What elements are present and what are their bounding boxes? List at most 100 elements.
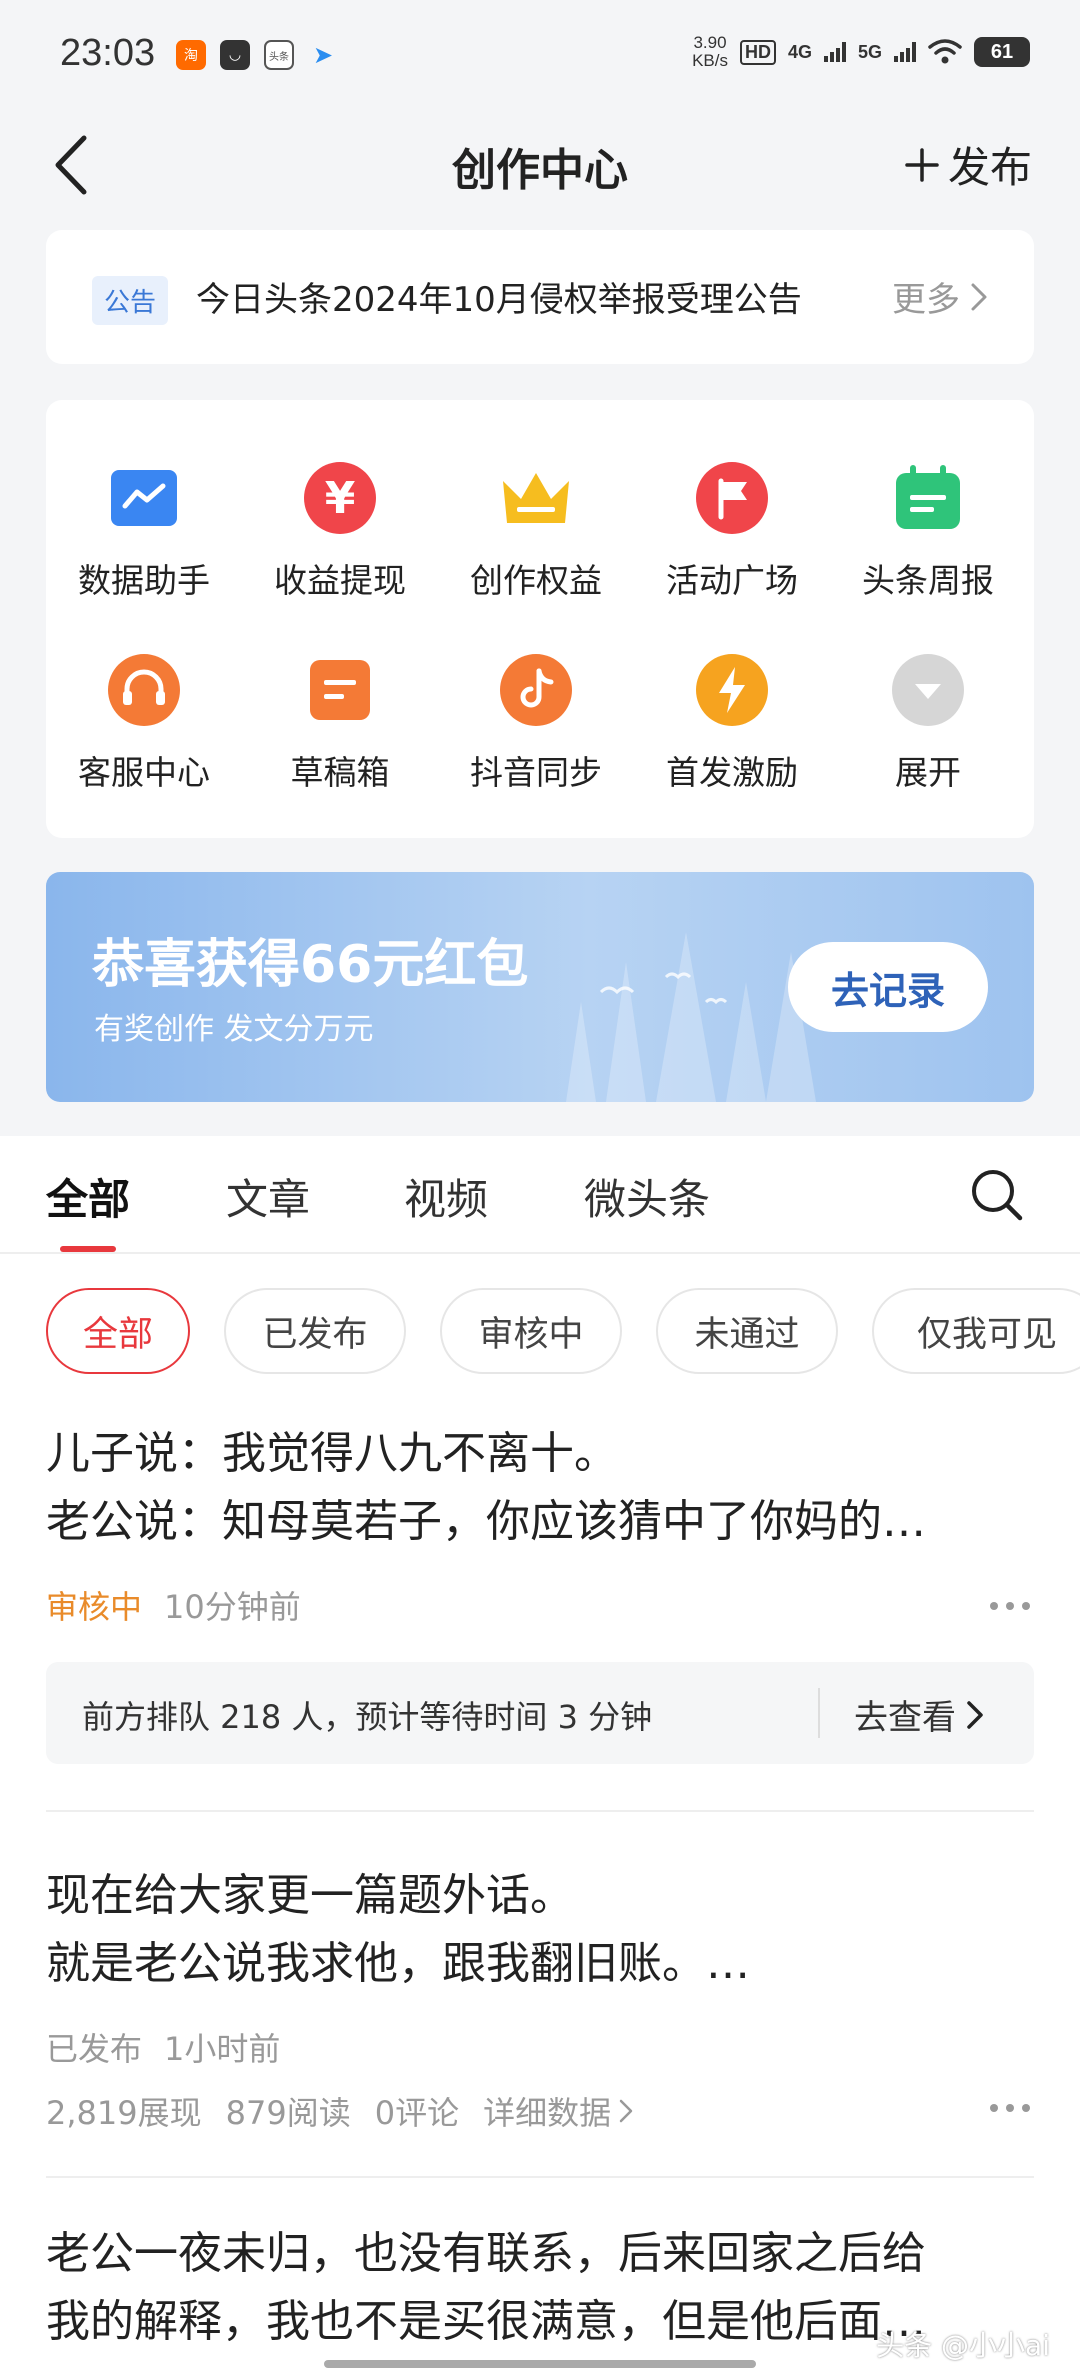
nav-bar: 创作中心 发布 [0, 110, 1080, 226]
post-divider [46, 1810, 1034, 1812]
go-record-button[interactable]: 去记录 [788, 942, 988, 1032]
status-time: 23:03 [60, 32, 156, 74]
network-speed: 3.90 KB/s [692, 34, 728, 70]
post-1-line-2[interactable]: 老公说：知母莫若子，你应该猜中了你妈的… [46, 1488, 1036, 1556]
tool-label: 头条周报 [862, 561, 994, 600]
publish-button[interactable]: 发布 [904, 134, 1032, 195]
filter-published[interactable]: 已发布 [224, 1288, 406, 1374]
signal-icon [894, 42, 916, 62]
calendar-icon [890, 460, 966, 536]
watermark: 头条 @小小ai [876, 2329, 1050, 2362]
lightning-icon [694, 652, 770, 728]
tab-all[interactable]: 全部 [46, 1166, 130, 1227]
tab-divider [0, 1252, 1080, 1254]
battery-icon: 61 [974, 37, 1030, 67]
promo-banner[interactable]: 恭喜获得66元红包 有奖创作 发文分万元 去记录 [46, 872, 1034, 1102]
post-1-line-1[interactable]: 儿子说：我觉得八九不离十。 [46, 1420, 1036, 1488]
post-time: 10分钟前 [164, 1588, 301, 1626]
wifi-icon [928, 39, 962, 64]
post-3-line-1[interactable]: 老公一夜未归，也没有联系，后来回家之后给 [46, 2220, 1036, 2288]
post-2-meta: 已发布 1小时前 [46, 2024, 280, 2070]
tools-grid: 数据助手 ¥ 收益提现 创作权益 活动广场 头条周报 客服中心 草稿箱 抖音同步… [46, 400, 1034, 838]
signal-icon [823, 42, 846, 62]
expand-icon [890, 652, 966, 728]
tool-label: 首发激励 [666, 753, 798, 792]
content-panel: 全部 文章 视频 微头条 全部 已发布 审核中 未通过 仅我可见 儿子说：我觉得… [0, 1136, 1080, 2376]
comments-count: 0评论 [374, 2094, 460, 2132]
filter-under-review[interactable]: 审核中 [440, 1288, 622, 1374]
speed-unit: KB/s [692, 51, 728, 70]
tool-label: 展开 [895, 753, 961, 792]
banner-title: 恭喜获得66元红包 [92, 935, 529, 995]
tool-activity-plaza[interactable]: 活动广场 [634, 460, 830, 602]
notification-icons: 淘 ◡ 头条 ➤ [176, 40, 338, 70]
douyin-icon [498, 652, 574, 728]
filter-private[interactable]: 仅我可见 [872, 1288, 1080, 1374]
send-icon: ➤ [312, 41, 334, 69]
taobao-icon: 淘 [176, 40, 206, 70]
data-chart-icon [106, 460, 182, 536]
detail-label: 详细数据 [483, 2094, 612, 2132]
detail-data-link[interactable]: 详细数据 [483, 2088, 633, 2134]
filter-all[interactable]: 全部 [46, 1288, 190, 1374]
crown-icon [498, 460, 574, 536]
svg-text:¥: ¥ [325, 473, 356, 524]
home-indicator[interactable] [324, 2360, 756, 2368]
tool-label: 活动广场 [666, 561, 798, 600]
tab-videos[interactable]: 视频 [404, 1166, 488, 1227]
announcement-tag: 公告 [92, 276, 169, 325]
queue-text: 前方排队 218 人，预计等待时间 3 分钟 [82, 1698, 653, 1736]
more-options-icon[interactable] [990, 2104, 1030, 2116]
queue-separator [818, 1688, 820, 1738]
post-1-meta: 审核中 10分钟前 [46, 1582, 301, 1628]
hd-badge: HD [739, 39, 776, 65]
status-badge: 审核中 [46, 1588, 143, 1626]
tool-drafts[interactable]: 草稿箱 [242, 652, 438, 794]
announcement-text[interactable]: 今日头条2024年10月侵权举报受理公告 [196, 272, 802, 321]
view-label: 去查看 [854, 1698, 956, 1738]
tab-micro-posts[interactable]: 微头条 [584, 1166, 710, 1227]
post-divider [46, 2176, 1034, 2178]
tool-creator-rights[interactable]: 创作权益 [438, 460, 634, 602]
yuan-coin-icon: ¥ [302, 460, 378, 536]
tool-douyin-sync[interactable]: 抖音同步 [438, 652, 634, 794]
message-icon: ◡ [220, 40, 250, 70]
headset-icon [106, 652, 182, 728]
search-icon[interactable] [968, 1166, 1024, 1222]
more-options-icon[interactable] [990, 1602, 1030, 1614]
impressions-count: 2,819展现 [46, 2094, 202, 2132]
draft-icon [302, 652, 378, 728]
tool-data-assistant[interactable]: 数据助手 [46, 460, 242, 602]
tool-expand[interactable]: 展开 [830, 652, 1026, 794]
post-2-line-2[interactable]: 就是老公说我求他，跟我翻旧账。… [46, 1930, 1036, 1998]
more-label: 更多 [892, 280, 960, 320]
tool-customer-service[interactable]: 客服中心 [46, 652, 242, 794]
tool-weekly-report[interactable]: 头条周报 [830, 460, 1026, 602]
reads-count: 879阅读 [225, 2094, 351, 2132]
plus-icon [905, 147, 939, 182]
chevron-right-icon [971, 283, 987, 310]
network-5g-label: 5G [857, 41, 882, 62]
post-2-line-1[interactable]: 现在给大家更一篇题外话。 [46, 1862, 1036, 1930]
tool-label: 抖音同步 [470, 753, 602, 792]
post-time: 1小时前 [164, 2030, 281, 2068]
view-queue-link[interactable]: 去查看 [854, 1690, 984, 1739]
tool-label: 数据助手 [78, 561, 210, 600]
tool-label: 草稿箱 [290, 753, 390, 792]
tool-income-withdraw[interactable]: ¥ 收益提现 [242, 460, 438, 602]
chevron-right-icon [967, 1700, 983, 1729]
tool-first-release-incentive[interactable]: 首发激励 [634, 652, 830, 794]
announcement-more-link[interactable]: 更多 [892, 272, 988, 321]
tool-label: 收益提现 [274, 561, 406, 600]
flag-icon [694, 460, 770, 536]
publish-label: 发布 [947, 143, 1032, 192]
banner-subtitle: 有奖创作 发文分万元 [94, 1012, 374, 1047]
tab-articles[interactable]: 文章 [226, 1166, 310, 1227]
chevron-right-icon [619, 2099, 633, 2123]
network-4g-label: 4G [787, 41, 812, 62]
filter-rejected[interactable]: 未通过 [656, 1288, 838, 1374]
status-indicators: 3.90 KB/s HD 4G 5G 61 [692, 34, 1030, 70]
status-badge: 已发布 [46, 2030, 143, 2068]
announcement-card[interactable]: 公告 今日头条2024年10月侵权举报受理公告 更多 [46, 230, 1034, 364]
tool-label: 客服中心 [78, 753, 210, 792]
